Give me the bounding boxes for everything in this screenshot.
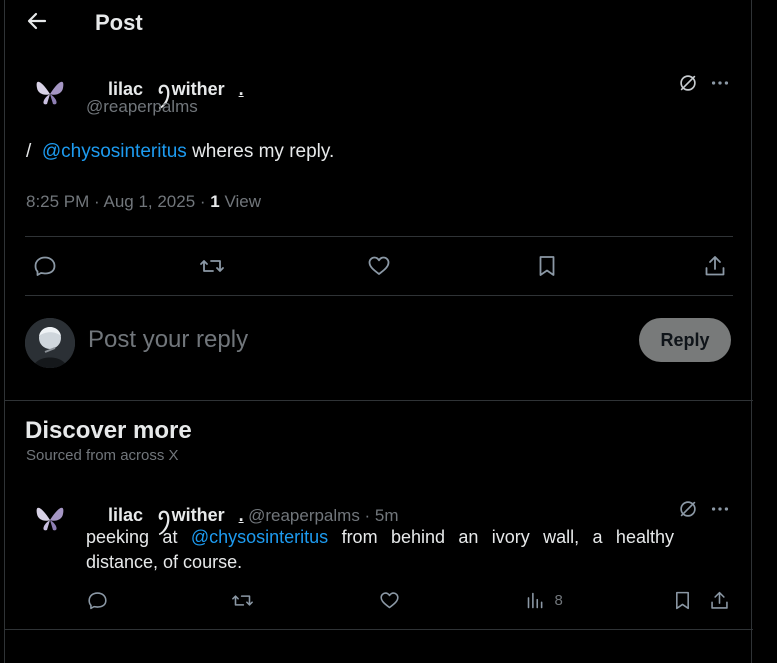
more-options-button[interactable]: [709, 72, 733, 94]
feed-repost-button[interactable]: [231, 590, 254, 616]
share-action-button[interactable]: [703, 254, 727, 283]
page-title: Post: [95, 10, 143, 35]
heart-icon: [380, 592, 399, 609]
feed-views-button[interactable]: 8: [525, 590, 563, 611]
discover-subtitle: Sourced from across X: [26, 447, 179, 464]
repost-action-button[interactable]: [199, 254, 225, 283]
feed-author-handle[interactable]: @reaperpalms · 5m: [248, 506, 398, 525]
analytics-bars-icon: [527, 592, 543, 609]
repost-icon: [200, 260, 224, 272]
post-timestamp: 8:25 PM · Aug 1, 2025 · 1 View: [26, 192, 262, 211]
post-text: / @chysosinteritus wheres my reply.: [26, 141, 335, 162]
butterfly-icon: [36, 81, 64, 105]
mention-link[interactable]: @chysosinteritus: [42, 141, 187, 162]
back-arrow-icon: [27, 12, 47, 30]
profile-picture-icon: [25, 318, 75, 368]
section-divider: [5, 400, 753, 401]
bookmark-icon: [676, 591, 689, 610]
feed-author-name[interactable]: lilac ꪆwither.: [108, 505, 244, 525]
author-handle[interactable]: @reaperpalms: [86, 97, 198, 117]
feed-mention-link[interactable]: @chysosinteritus: [191, 527, 328, 547]
feed-post-text: peeking at @chysosinteritus from behind …: [86, 527, 674, 572]
section-divider: [5, 629, 753, 630]
more-dots-icon: [711, 81, 729, 85]
grok-icon: [680, 75, 696, 91]
bookmark-icon: [539, 256, 555, 276]
reply-button[interactable]: Reply: [639, 318, 731, 362]
share-icon: [705, 256, 725, 276]
view-count: 1: [210, 192, 220, 211]
more-dots-icon: [711, 507, 729, 511]
feed-avatar[interactable]: [29, 498, 71, 540]
divider: [25, 295, 733, 296]
divider: [25, 236, 733, 237]
feed-more-options-button[interactable]: [709, 498, 733, 520]
heart-icon: [368, 256, 390, 275]
repost-icon: [232, 595, 253, 606]
like-action-button[interactable]: [367, 254, 391, 283]
share-icon: [711, 591, 728, 609]
grok-icon: [680, 501, 696, 517]
grok-button[interactable]: [677, 72, 701, 96]
my-avatar[interactable]: [25, 318, 75, 368]
feed-like-button[interactable]: [379, 590, 400, 616]
reply-action-button[interactable]: [33, 254, 57, 283]
reply-icon: [88, 592, 107, 610]
feed-grok-button[interactable]: [677, 498, 701, 522]
back-button[interactable]: [25, 9, 53, 37]
reply-icon: [34, 256, 56, 276]
feed-share-button[interactable]: [709, 590, 730, 616]
reply-input[interactable]: Post your reply: [88, 326, 248, 354]
feed-reply-button[interactable]: [87, 590, 108, 616]
feed-bookmark-button[interactable]: [672, 590, 693, 616]
bookmark-action-button[interactable]: [535, 254, 559, 283]
discover-title: Discover more: [25, 417, 192, 444]
butterfly-icon: [36, 507, 64, 531]
main-column: Post lilac ꪆwither. @reaperpalms / @chyso…: [4, 0, 753, 663]
avatar[interactable]: [29, 72, 71, 114]
feed-view-count: 8: [554, 592, 563, 609]
